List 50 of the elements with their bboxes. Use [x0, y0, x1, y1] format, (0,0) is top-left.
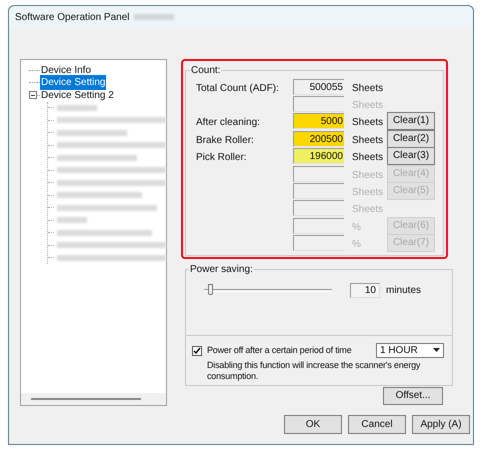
push-button[interactable]: Offset...: [383, 387, 443, 405]
count-field: [293, 200, 344, 216]
slider-thumb[interactable]: [208, 284, 213, 294]
count-value: 5000: [320, 116, 343, 128]
note-text: Disabling this function will increase the scanner's energy consumption.: [207, 360, 422, 382]
push-button[interactable]: OK: [284, 415, 342, 434]
unit-label: %: [352, 222, 361, 233]
push-button[interactable]: Clear(3): [387, 147, 435, 166]
count-value: 500055: [310, 82, 343, 93]
group-title: Power saving:: [189, 263, 254, 277]
checkbox[interactable]: [192, 346, 202, 356]
horizontal-scrollbar[interactable]: [21, 393, 166, 405]
unit-label: Sheets: [352, 117, 384, 128]
minutes-label: minutes: [386, 284, 422, 298]
blurred-text: [57, 104, 97, 111]
window-title: Software Operation Panel: [15, 10, 130, 24]
dropdown[interactable]: 1 HOUR: [376, 343, 444, 358]
count-field: [293, 218, 344, 234]
count-label: After cleaning:: [196, 117, 260, 128]
unit-label: Sheets: [352, 134, 384, 146]
tree-item[interactable]: Device Setting: [40, 75, 106, 90]
collapse-toggle[interactable]: [29, 91, 37, 100]
unit-label: Sheets: [352, 170, 384, 181]
unit-label: Sheets: [352, 152, 384, 164]
unit-label: Sheets: [352, 187, 384, 198]
count-label: Brake Roller:: [196, 134, 254, 146]
push-button[interactable]: Clear(2): [387, 130, 435, 148]
count-field: [293, 183, 344, 200]
group-title: Count:: [190, 64, 222, 78]
unit-label: Sheets: [352, 100, 384, 112]
blurred-text: [57, 217, 87, 224]
blurred-text: [57, 130, 127, 136]
push-button[interactable]: Cancel: [348, 415, 406, 434]
push-button[interactable]: Apply (A): [412, 415, 470, 434]
unit-label: Sheets: [352, 204, 384, 216]
unit-label: %: [352, 239, 361, 250]
count-value: 196000: [310, 151, 343, 162]
dropdown-arrow-icon: [433, 348, 440, 353]
check-icon: [193, 346, 201, 354]
count-label: Pick Roller:: [196, 152, 247, 164]
count-label: Total Count (ADF):: [196, 82, 279, 94]
tree-item[interactable]: Device Info: [40, 62, 92, 78]
push-button[interactable]: Clear(1): [387, 112, 435, 130]
unit-label: Sheets: [352, 82, 384, 94]
tree-item[interactable]: Device Setting 2: [40, 88, 115, 103]
count-field: [293, 235, 344, 252]
minutes-field[interactable]: 10: [350, 282, 380, 298]
checkbox-label: Power off after a certain period of time: [207, 344, 352, 357]
count-value: 200500: [310, 134, 343, 145]
count-field: [293, 166, 344, 182]
